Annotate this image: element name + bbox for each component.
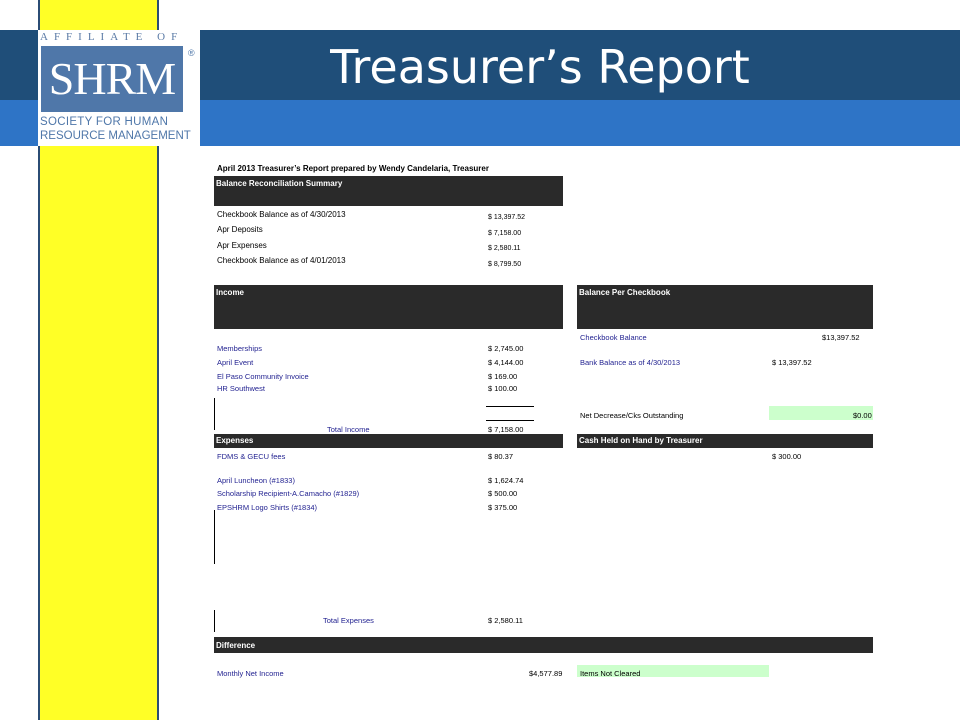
bank-balance-label: Bank Balance as of 4/30/2013 — [580, 358, 681, 367]
slide-title: Treasurer’s Report — [330, 40, 750, 94]
shrm-logo: AFFILIATE OF SHRM ® SOCIETY FOR HUMAN RE… — [38, 30, 200, 146]
checkbook-header-label: Balance Per Checkbook — [579, 288, 671, 297]
monthly-net-income-value: $4,577.89 — [529, 669, 563, 678]
summary-row-value: $ 8,799.50 — [488, 261, 522, 268]
expense-row-value: $ 500.00 — [488, 489, 518, 498]
checkbook-header: Balance Per Checkbook — [577, 285, 873, 329]
income-row-label: April Event — [217, 358, 254, 367]
logo-line-2: RESOURCE MANAGEMENT — [40, 130, 191, 142]
expense-row-value: $ 375.00 — [488, 503, 518, 512]
expense-row-label: April Luncheon (#1833) — [217, 476, 295, 485]
logo-mark-box: SHRM — [41, 46, 183, 112]
report-heading: April 2013 Treasurer’s Report prepared b… — [217, 164, 489, 173]
summary-row-value: $ 2,580.11 — [488, 245, 521, 252]
income-header: Income — [214, 285, 563, 329]
total-income-label: Total Income — [327, 425, 370, 434]
summary-row-label: Checkbook Balance as of 4/01/2013 — [217, 256, 346, 265]
logo-line-1: SOCIETY FOR HUMAN — [40, 116, 169, 128]
expense-row-label: Scholarship Recipient-A.Camacho (#1829) — [217, 489, 360, 498]
expense-row-value: $ 80.37 — [488, 452, 514, 461]
difference-header: Difference — [214, 637, 873, 653]
bank-balance-value: $ 13,397.52 — [772, 358, 812, 367]
expense-row-label: EPSHRM Logo Shirts (#1834) — [217, 503, 318, 512]
total-income-value: $ 7,158.00 — [488, 425, 524, 434]
cash-header-label: Cash Held on Hand by Treasurer — [579, 436, 703, 445]
logo-affiliate-text: AFFILIATE OF — [40, 31, 184, 43]
logo-mark-text: SHRM — [48, 53, 176, 104]
income-row-label: Memberships — [217, 344, 263, 353]
income-total-rule — [486, 420, 534, 421]
cash-header: Cash Held on Hand by Treasurer — [577, 434, 873, 448]
income-row-value: $ 4,144.00 — [488, 358, 524, 367]
summary-row-label: Checkbook Balance as of 4/30/2013 — [217, 210, 346, 219]
registered-mark: ® — [188, 48, 195, 58]
expenses-header-label: Expenses — [216, 436, 254, 445]
expense-row-value: $ 1,624.74 — [488, 476, 524, 485]
expenses-border — [214, 510, 215, 564]
total-expenses-value: $ 2,580.11 — [488, 616, 523, 625]
net-decrease-value: $0.00 — [853, 411, 872, 420]
net-decrease-label: Net Decrease/Cks Outstanding — [580, 411, 684, 420]
cash-on-hand-value: $ 300.00 — [772, 452, 802, 461]
difference-header-label: Difference — [216, 641, 256, 650]
expense-row-label: FDMS & GECU fees — [217, 452, 286, 461]
summary-header: Balance Reconciliation Summary — [214, 176, 563, 206]
summary-row-label: Apr Deposits — [217, 225, 263, 234]
income-border — [214, 398, 215, 430]
checkbook-balance-value: $13,397.52 — [822, 333, 860, 342]
summary-header-label: Balance Reconciliation Summary — [216, 179, 343, 188]
income-row-label: HR Southwest — [217, 384, 265, 393]
income-subtotal-rule — [486, 406, 534, 407]
summary-row-value: $ 13,397.52 — [488, 214, 525, 221]
income-row-label: El Paso Community Invoice — [217, 372, 309, 381]
expenses-header: Expenses — [214, 434, 563, 448]
items-not-cleared-label: Items Not Cleared — [580, 669, 641, 678]
income-row-value: $ 169.00 — [488, 372, 518, 381]
summary-row-label: Apr Expenses — [217, 241, 267, 250]
expenses-border — [214, 610, 215, 632]
income-header-label: Income — [216, 288, 245, 297]
total-expenses-label: Total Expenses — [323, 616, 374, 625]
summary-row-value: $ 7,158.00 — [488, 230, 522, 237]
income-row-value: $ 100.00 — [488, 384, 518, 393]
income-row-value: $ 2,745.00 — [488, 344, 524, 353]
monthly-net-income-label: Monthly Net Income — [217, 669, 284, 678]
checkbook-balance-label: Checkbook Balance — [580, 333, 647, 342]
